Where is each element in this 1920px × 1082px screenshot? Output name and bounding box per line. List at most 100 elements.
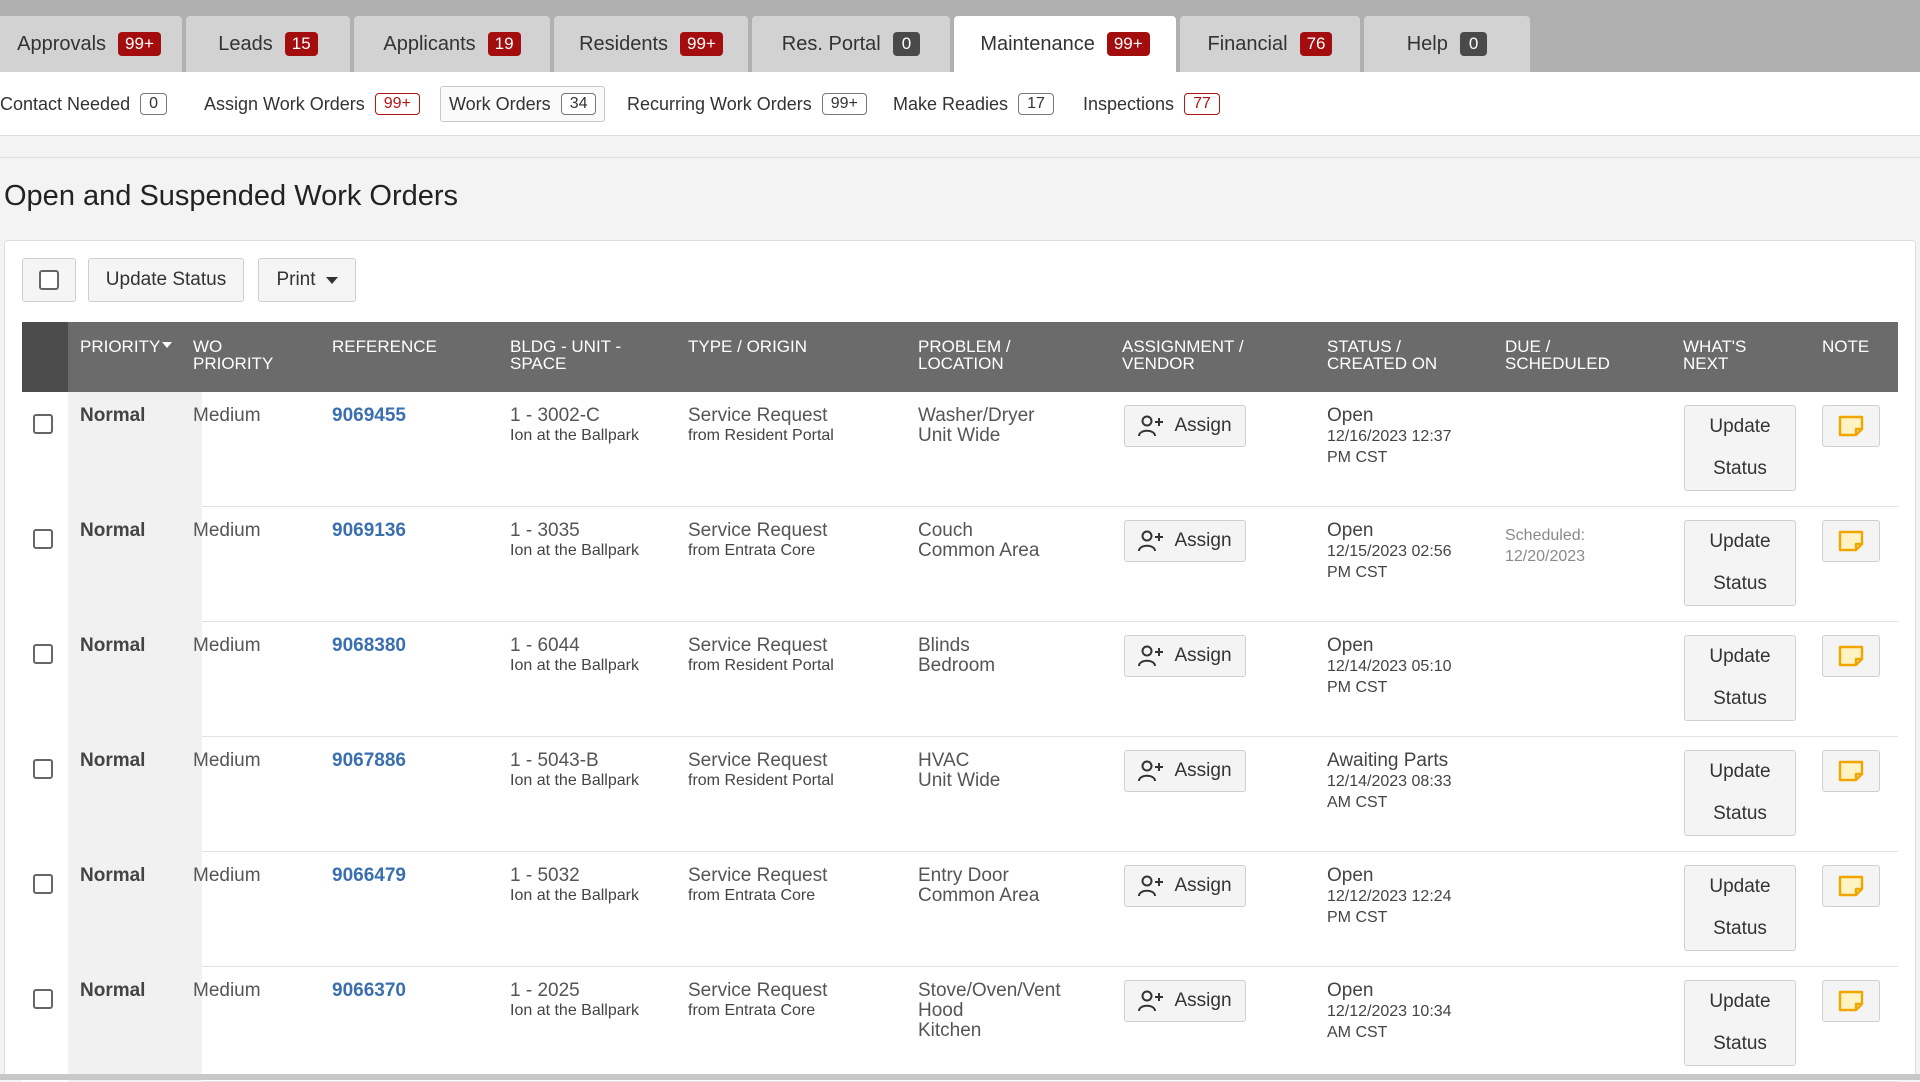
note-button[interactable] <box>1822 635 1880 677</box>
wo-priority-cell: Medium <box>193 520 261 541</box>
select-all-checkbox[interactable] <box>39 270 59 290</box>
tab-help[interactable]: Help 0 <box>1364 16 1530 72</box>
subtab-contact-needed[interactable]: Contact Needed 0 <box>0 86 175 122</box>
property-name: Ion at the Ballpark <box>510 427 639 444</box>
reference-link[interactable]: 9066479 <box>332 866 406 886</box>
note-button[interactable] <box>1822 865 1880 907</box>
unit-cell: 1 - 2025 Ion at the Ballpark <box>510 981 639 1021</box>
wo-priority-cell: Medium <box>193 865 261 886</box>
subtab-count: 99+ <box>374 93 420 115</box>
col-reference[interactable]: REFERENCE <box>332 338 482 355</box>
note-button[interactable] <box>1822 750 1880 792</box>
update-status-row-button[interactable]: Update Status <box>1684 635 1796 721</box>
subtab-count: 77 <box>1184 93 1220 115</box>
tab-leads[interactable]: Leads 15 <box>186 16 350 72</box>
unit-number: 1 - 2025 <box>510 980 580 1001</box>
col-problem-location[interactable]: PROBLEM / LOCATION <box>918 338 1068 372</box>
tab-applicants[interactable]: Applicants 19 <box>354 16 550 72</box>
tab-res-portal[interactable]: Res. Portal 0 <box>752 16 950 72</box>
update-status-row-button[interactable]: Update Status <box>1684 520 1796 606</box>
unit-number: 1 - 3035 <box>510 520 580 541</box>
table-row: Normal Medium 9066370 1 - 2025 Ion at th… <box>22 967 1898 1082</box>
assign-button[interactable]: Assign <box>1124 635 1246 677</box>
created-time-zone: PM CST <box>1327 679 1388 696</box>
subtab-inspections[interactable]: Inspections 77 <box>1075 86 1228 122</box>
type-text: Service Request <box>688 865 828 886</box>
property-name: Ion at the Ballpark <box>510 1002 639 1019</box>
update-status-row-button[interactable]: Update Status <box>1684 750 1796 836</box>
problem-location-cell: Stove/Oven/Vent Hood Kitchen <box>918 981 1061 1041</box>
sub-tab-bar: Contact Needed 0 Assign Work Orders 99+ … <box>0 72 1920 136</box>
col-wo-priority[interactable]: WO PRIORITY <box>193 338 343 372</box>
tab-financial[interactable]: Financial 76 <box>1180 16 1360 72</box>
table-row: Normal Medium 9066479 1 - 5032 Ion at th… <box>22 852 1898 967</box>
tab-label: Financial <box>1207 32 1288 55</box>
col-type-origin[interactable]: TYPE / ORIGIN <box>688 338 838 355</box>
tab-maintenance[interactable]: Maintenance 99+ <box>954 16 1176 72</box>
sticky-note-icon <box>1838 415 1864 437</box>
priority-cell: Normal <box>80 865 146 886</box>
created-date: 12/14/2023 05:10 <box>1327 658 1452 675</box>
assign-button[interactable]: Assign <box>1124 750 1246 792</box>
table-row: Normal Medium 9068380 1 - 6044 Ion at th… <box>22 622 1898 737</box>
row-checkbox[interactable] <box>33 529 53 549</box>
unit-cell: 1 - 6044 Ion at the Ballpark <box>510 636 639 676</box>
select-all-checkbox-button[interactable] <box>22 258 76 302</box>
col-due-scheduled[interactable]: DUE / SCHEDULED <box>1505 338 1655 372</box>
assign-button[interactable]: Assign <box>1124 520 1246 562</box>
assign-button[interactable]: Assign <box>1124 405 1246 447</box>
tab-approvals[interactable]: Approvals 99+ <box>0 16 182 72</box>
reference-link[interactable]: 9069136 <box>332 521 406 541</box>
add-user-icon <box>1138 990 1164 1012</box>
subtab-assign-work-orders[interactable]: Assign Work Orders 99+ <box>196 86 428 122</box>
subtab-work-orders[interactable]: Work Orders 34 <box>440 86 606 122</box>
problem-text: Stove/Oven/Vent <box>918 980 1061 1001</box>
assign-label: Assign <box>1174 530 1232 551</box>
due-scheduled-cell: Scheduled: 12/20/2023 <box>1505 525 1585 567</box>
type-text: Service Request <box>688 635 828 656</box>
note-button[interactable] <box>1822 405 1880 447</box>
col-bldg-unit-space[interactable]: BLDG - UNIT - SPACE <box>510 338 660 372</box>
col-assignment-vendor[interactable]: ASSIGNMENT / VENDOR <box>1122 338 1272 372</box>
type-origin-cell: Service Request from Entrata Core <box>688 981 827 1021</box>
note-button[interactable] <box>1822 980 1880 1022</box>
reference-link[interactable]: 9068380 <box>332 636 406 656</box>
problem-location-cell: Washer/Dryer Unit Wide <box>918 406 1034 446</box>
update-status-row-button[interactable]: Update Status <box>1684 405 1796 491</box>
row-checkbox[interactable] <box>33 759 53 779</box>
unit-number: 1 - 5043-B <box>510 750 599 771</box>
table-row: Normal Medium 9067886 1 - 5043-B Ion at … <box>22 737 1898 852</box>
row-checkbox[interactable] <box>33 644 53 664</box>
col-status-created[interactable]: STATUS / CREATED ON <box>1327 338 1477 372</box>
tab-label: Applicants <box>383 32 476 55</box>
status-cell: Open 12/14/2023 05:10 PM CST <box>1327 636 1452 698</box>
reference-link[interactable]: 9067886 <box>332 751 406 771</box>
print-button[interactable]: Print <box>258 258 356 302</box>
tab-count-badge: 15 <box>284 32 318 56</box>
update-status-row-button[interactable]: Update Status <box>1684 865 1796 951</box>
subtab-label: Recurring Work Orders <box>627 93 812 114</box>
type-text: Service Request <box>688 980 828 1001</box>
assign-button[interactable]: Assign <box>1124 865 1246 907</box>
subtab-label: Inspections <box>1083 93 1175 114</box>
reference-link[interactable]: 9069455 <box>332 406 406 426</box>
problem-location-cell: HVAC Unit Wide <box>918 751 1000 791</box>
row-checkbox[interactable] <box>33 989 53 1009</box>
subtab-recurring-work-orders[interactable]: Recurring Work Orders 99+ <box>619 86 875 122</box>
note-button[interactable] <box>1822 520 1880 562</box>
col-label-line: NEXT <box>1683 354 1729 373</box>
tab-residents[interactable]: Residents 99+ <box>554 16 748 72</box>
col-label-line: ASSIGNMENT / <box>1122 337 1244 356</box>
row-checkbox[interactable] <box>33 414 53 434</box>
update-status-row-button[interactable]: Update Status <box>1684 980 1796 1066</box>
location-text: Bedroom <box>918 655 996 676</box>
tab-label: Res. Portal <box>781 32 881 55</box>
reference-link[interactable]: 9066370 <box>332 981 406 1001</box>
subtab-make-readies[interactable]: Make Readies 17 <box>885 86 1062 122</box>
assign-button[interactable]: Assign <box>1124 980 1246 1022</box>
unit-cell: 1 - 5043-B Ion at the Ballpark <box>510 751 639 791</box>
subtab-count: 17 <box>1018 93 1054 115</box>
update-status-button[interactable]: Update Status <box>88 258 244 302</box>
update-label-line: Status <box>1713 573 1767 594</box>
row-checkbox[interactable] <box>33 874 53 894</box>
